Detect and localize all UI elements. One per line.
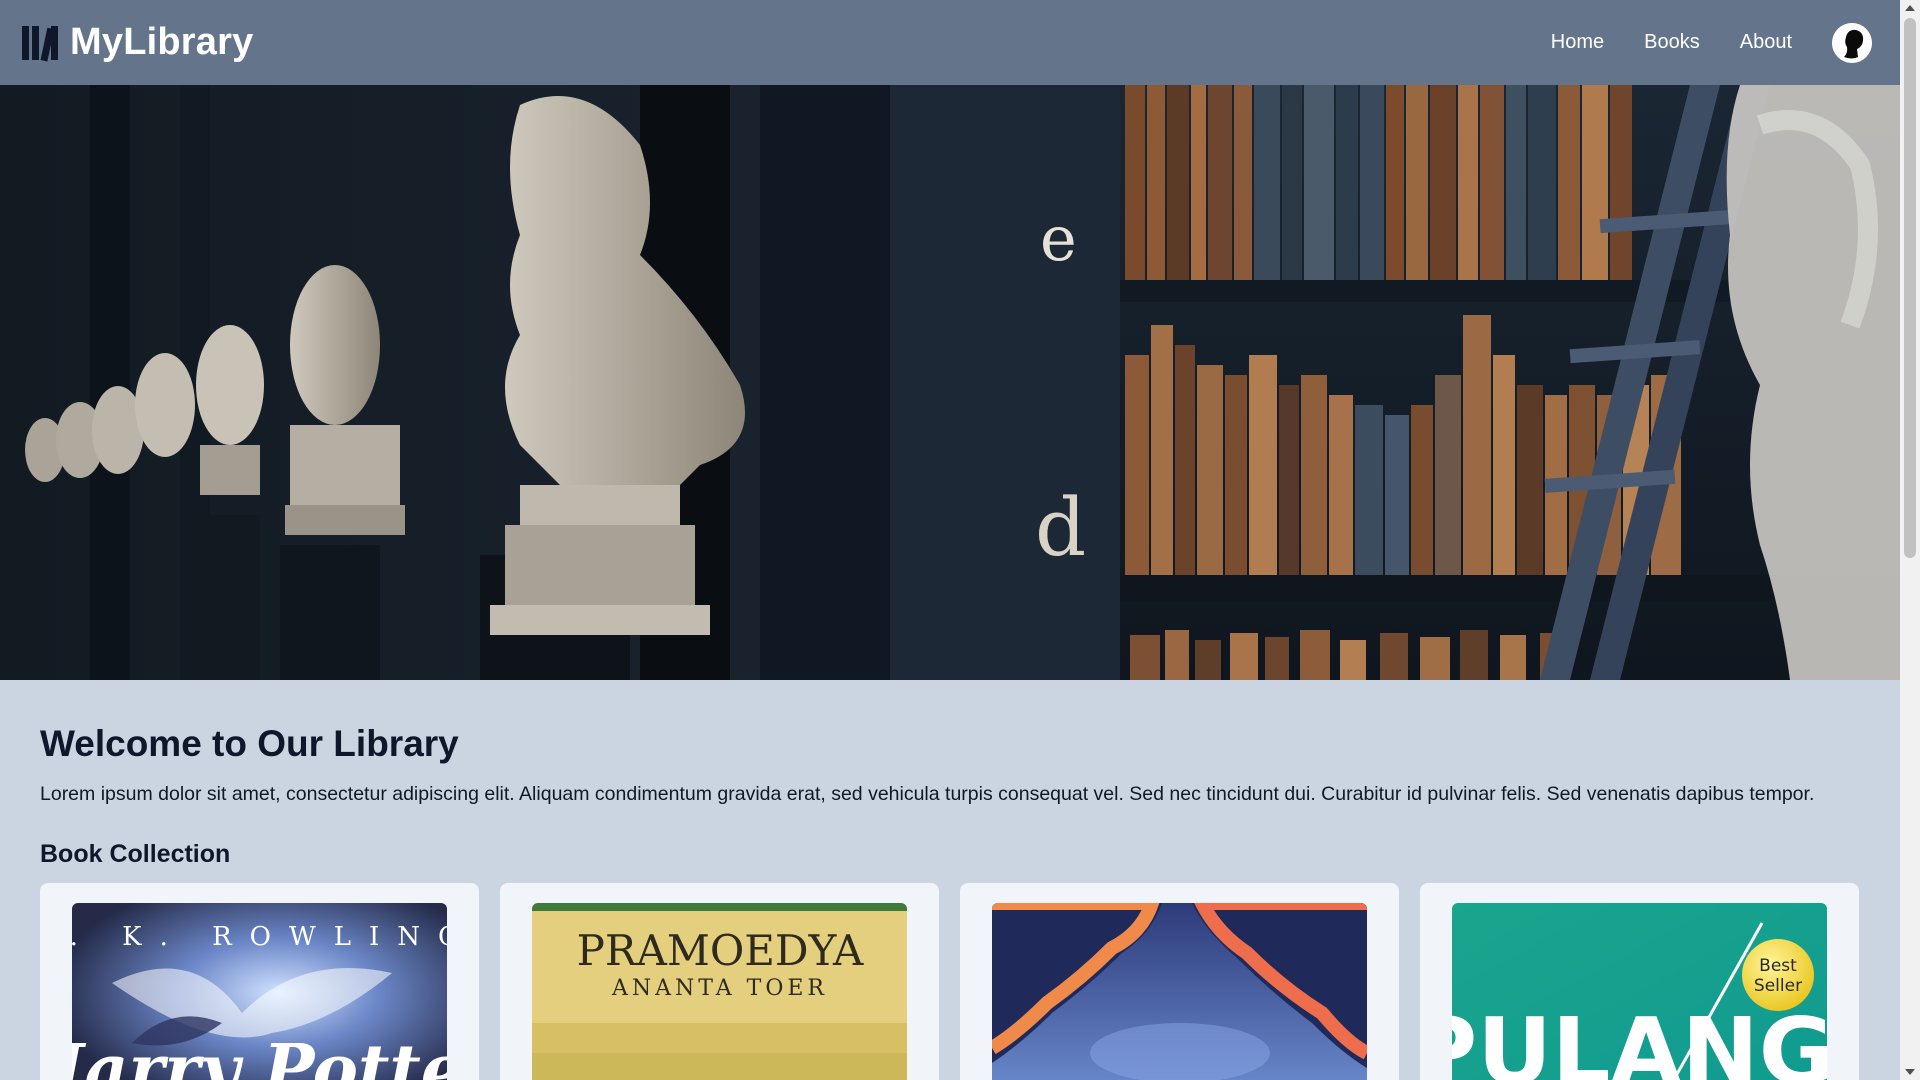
brand-name: MyLibrary (70, 21, 254, 63)
scroll-up-arrow-icon[interactable] (1905, 5, 1915, 11)
welcome-title: Welcome to Our Library (40, 723, 459, 764)
library-logo-icon (22, 25, 58, 61)
nav-home-link[interactable]: Home (1551, 31, 1604, 54)
brand[interactable]: MyLibrary (20, 21, 253, 64)
svg-text:PULANG: PULANG (1452, 998, 1827, 1080)
library-hall-photo: e d (0, 85, 1900, 680)
book-card[interactable]: J. K. ROWLING Harry Potter (40, 883, 479, 1080)
book-cover-painting (992, 903, 1367, 1080)
book-cover-pramoedya: PRAMOEDYA ANANTA TOER (532, 903, 907, 1080)
navbar: MyLibrary Home Books About (0, 0, 1900, 85)
nav-links: Home Books About (1551, 22, 1872, 63)
scrollbar-thumb[interactable] (1904, 18, 1916, 558)
svg-text:PRAMOEDYA: PRAMOEDYA (577, 926, 864, 975)
book-card[interactable] (960, 883, 1399, 1080)
main-content: Welcome to Our Library Lorem ipsum dolor… (0, 680, 1900, 1080)
shelf-letter-e: e (1040, 202, 1077, 275)
welcome-text: Lorem ipsum dolor sit amet, consectetur … (40, 783, 1815, 805)
book-collection-title: Book Collection (40, 840, 231, 868)
svg-text:Seller: Seller (1754, 976, 1802, 996)
user-avatar[interactable] (1832, 22, 1872, 63)
hero-image: e d (0, 85, 1900, 680)
book-cover-pulang: PULANG Best Seller (1452, 903, 1827, 1080)
page-scrollbar[interactable] (1900, 0, 1920, 1080)
nav-books-link[interactable]: Books (1644, 31, 1700, 54)
bookshelf-row-top (1125, 85, 1632, 280)
svg-text:Harry Potter: Harry Potter (72, 1030, 447, 1080)
svg-text:ANANTA TOER: ANANTA TOER (611, 976, 828, 1001)
svg-text:J. K. ROWLING: J. K. ROWLING (72, 922, 447, 952)
user-silhouette-icon (1832, 22, 1872, 63)
svg-text:Best: Best (1759, 956, 1797, 976)
book-card[interactable]: PRAMOEDYA ANANTA TOER (500, 883, 939, 1080)
nav-about-link[interactable]: About (1740, 31, 1792, 54)
shelf-letter-d: d (1035, 481, 1086, 574)
book-cover-harry-potter: J. K. ROWLING Harry Potter (72, 903, 447, 1080)
book-card[interactable]: PULANG Best Seller (1420, 883, 1859, 1080)
scroll-down-arrow-icon[interactable] (1905, 1069, 1915, 1075)
book-grid: J. K. ROWLING Harry Potter PRAMOEDYA ANA… (40, 883, 1860, 1080)
